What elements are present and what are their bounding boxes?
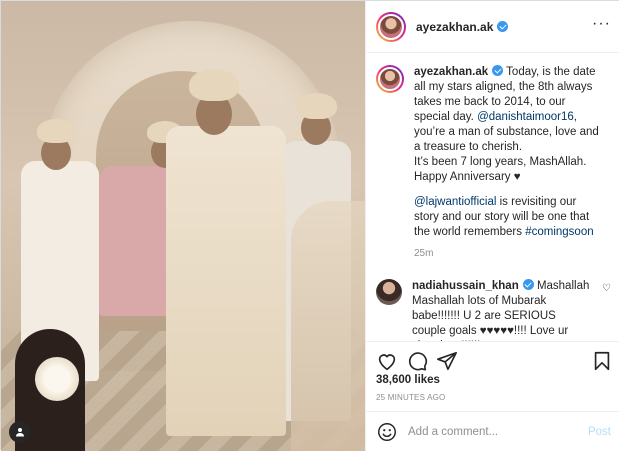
instagram-post: ayezakhan.ak ··· ayezakhan.ak Today, is … <box>0 0 619 451</box>
verified-badge-icon <box>522 279 534 290</box>
photo-hair-flowers <box>35 357 79 401</box>
post-header: ayezakhan.ak ··· <box>366 1 619 53</box>
caption-line: It’s been 7 long years, MashAllah. <box>414 156 587 168</box>
comments-section: ayezakhan.ak Today, is the date all my s… <box>366 53 619 341</box>
verified-badge-icon <box>497 21 509 32</box>
caption-time[interactable]: 25m <box>414 246 604 261</box>
caption-line: Happy Anniversary ♥ <box>414 171 521 183</box>
add-comment-bar: Post <box>366 411 619 451</box>
comment-bubble-icon[interactable] <box>406 350 428 372</box>
post-username[interactable]: ayezakhan.ak <box>416 20 493 34</box>
add-comment-input[interactable] <box>408 425 568 438</box>
share-paper-plane-icon[interactable] <box>436 350 458 372</box>
avatar[interactable] <box>376 65 404 93</box>
comment-item: nadiahussain_khan Mashallah Mashallah lo… <box>376 279 611 341</box>
likes-count[interactable]: 38,600 likes <box>376 374 440 386</box>
post-comment-button[interactable]: Post <box>588 426 611 438</box>
mention-link[interactable]: @lajwantiofficial <box>414 196 496 208</box>
photo-groom-turban <box>189 69 239 101</box>
photo-figure-turban <box>297 93 337 119</box>
avatar[interactable] <box>376 11 406 42</box>
save-bookmark-icon[interactable] <box>591 350 613 372</box>
comment-text: nadiahussain_khan Mashallah Mashallah lo… <box>412 279 592 341</box>
post-timestamp[interactable]: 25 MINUTES AGO <box>376 393 445 402</box>
like-heart-icon[interactable] <box>376 350 398 372</box>
post-side-panel: ayezakhan.ak ··· ayezakhan.ak Today, is … <box>365 1 619 451</box>
caption-text: ayezakhan.ak Today, is the date all my s… <box>414 65 604 261</box>
caption: ayezakhan.ak Today, is the date all my s… <box>376 65 611 261</box>
comment-like-heart-icon[interactable]: ♡ <box>602 283 611 294</box>
photo-groom <box>166 126 286 436</box>
caption-username[interactable]: ayezakhan.ak <box>414 66 488 78</box>
tagged-users-icon[interactable] <box>9 421 31 443</box>
mention-link[interactable]: @danishtaimoor16 <box>477 111 574 123</box>
hashtag-link[interactable]: #comingsoon <box>525 226 593 238</box>
photo-foreground-blur <box>291 201 365 451</box>
emoji-smiley-icon[interactable] <box>376 421 398 443</box>
avatar[interactable] <box>376 279 402 305</box>
verified-badge-icon <box>492 65 504 76</box>
photo-figure-turban <box>37 119 75 143</box>
comment-username[interactable]: nadiahussain_khan <box>412 280 519 292</box>
more-horizontal-icon[interactable]: ··· <box>592 16 611 32</box>
post-photo[interactable] <box>1 1 365 451</box>
